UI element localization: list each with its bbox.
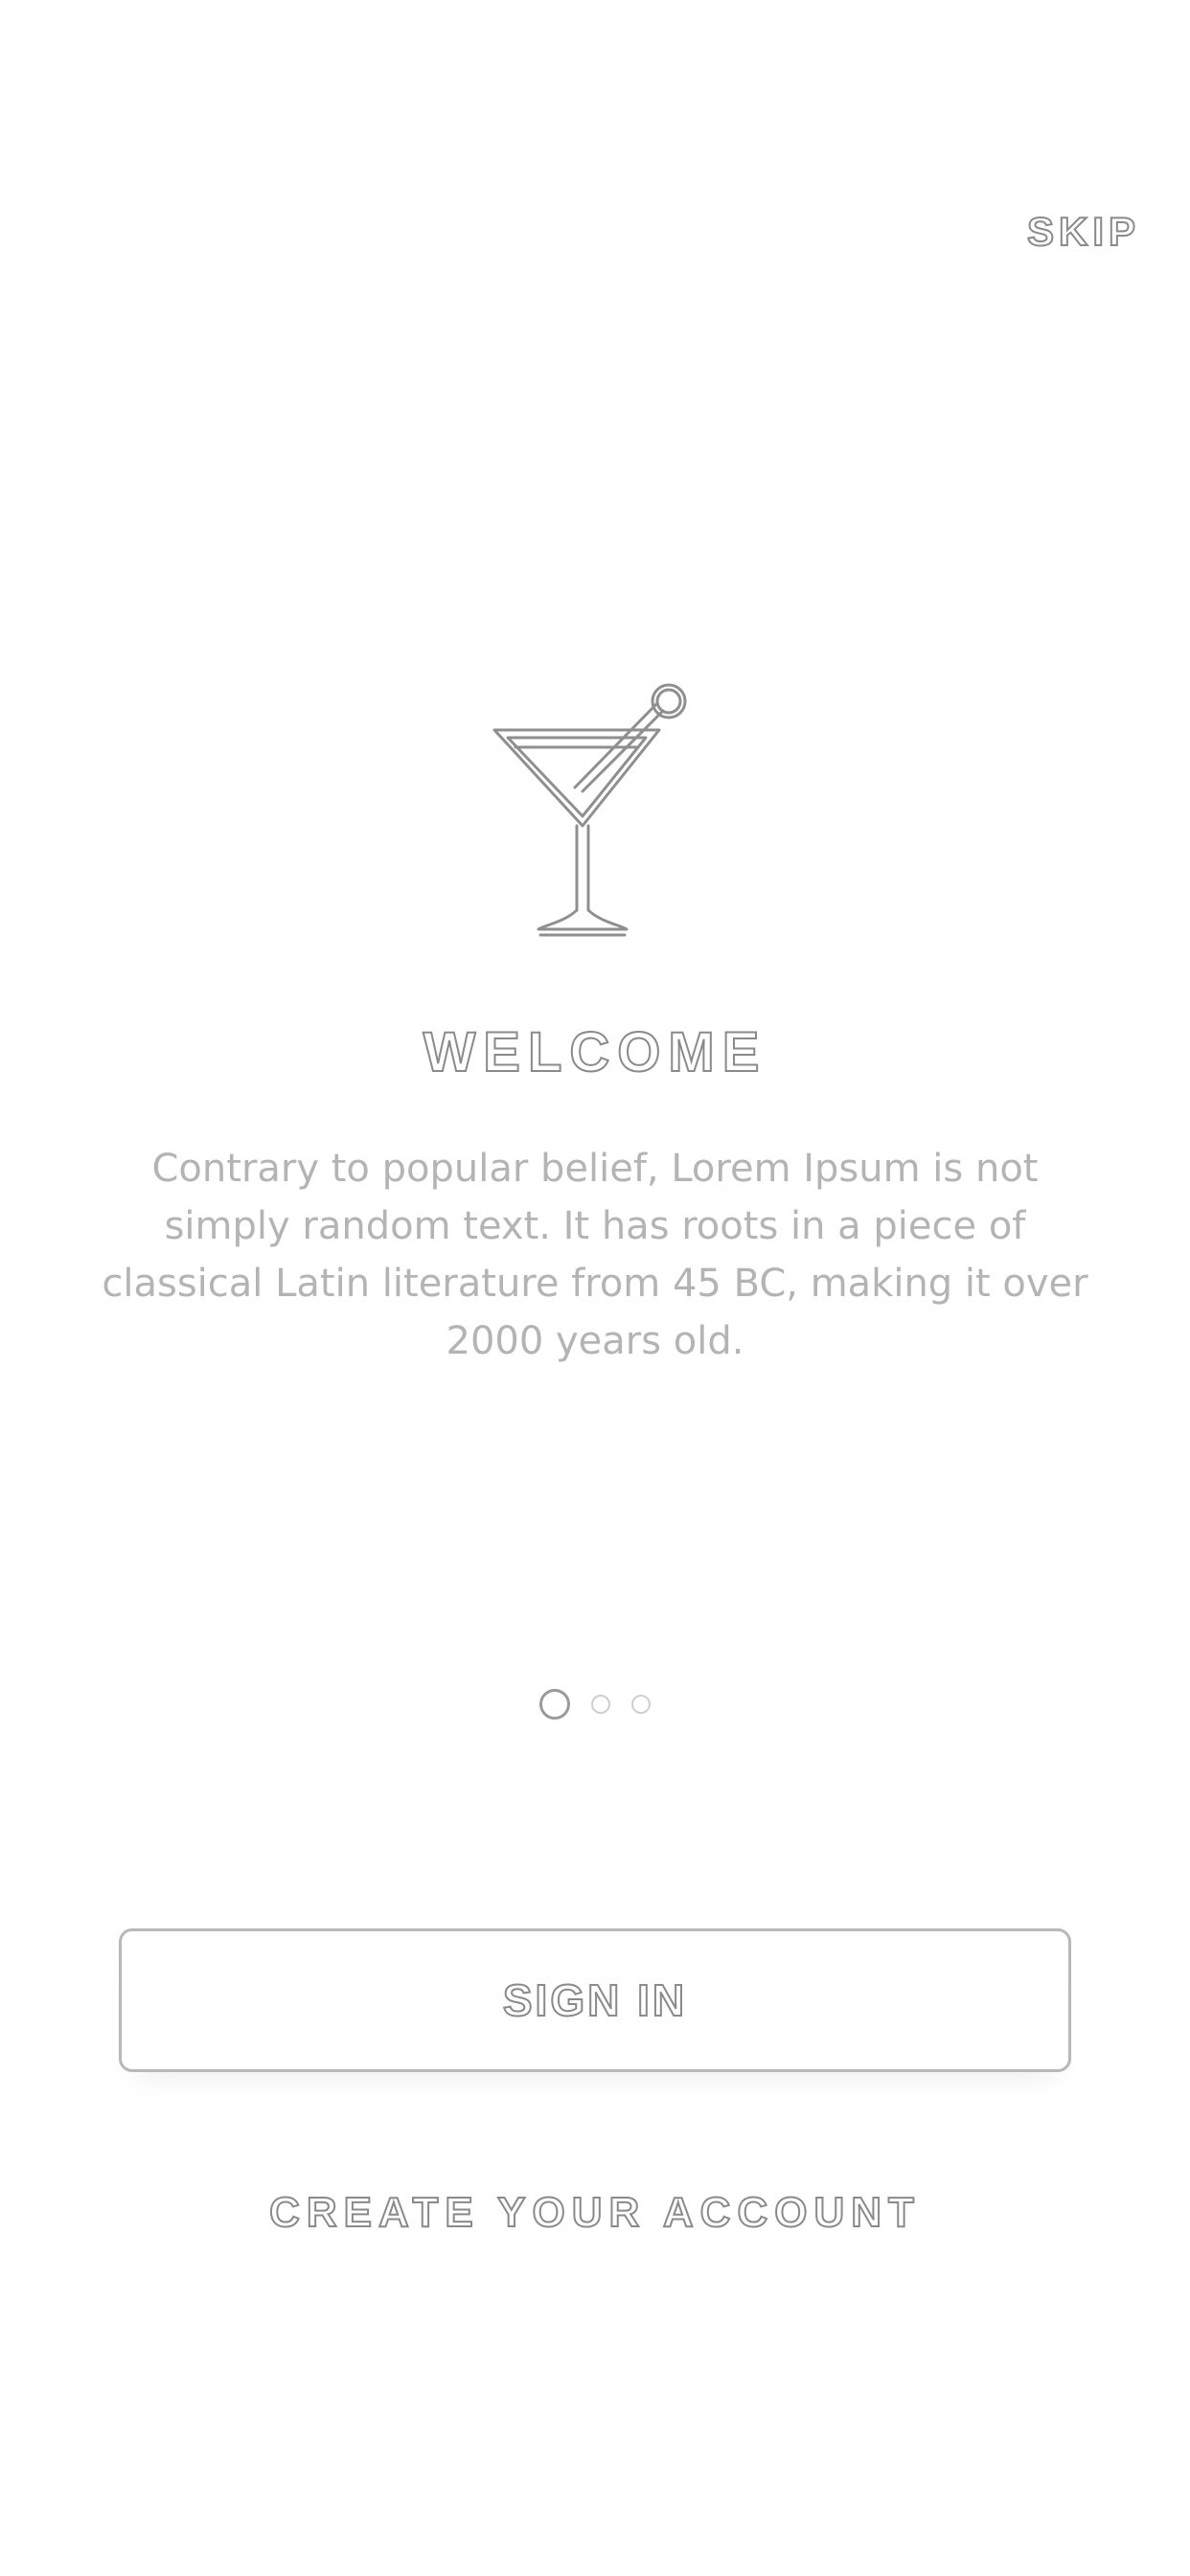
welcome-description: Contrary to popular belief, Lorem Ipsum …	[102, 1147, 1088, 1363]
page-dot-3[interactable]	[631, 1695, 651, 1714]
sign-in-button[interactable]: SIGN IN	[119, 1928, 1071, 2072]
page-dot-2[interactable]	[591, 1695, 610, 1714]
page-dot-1[interactable]	[539, 1689, 570, 1720]
page-indicator	[0, 1689, 1190, 1720]
sign-in-label: SIGN IN	[502, 1974, 688, 2026]
create-account-link[interactable]: CREATE YOUR ACCOUNT	[0, 2188, 1190, 2237]
cocktail-glass-icon	[492, 683, 687, 937]
welcome-title: WELCOME	[423, 1020, 767, 1084]
skip-button[interactable]: SKIP	[1026, 208, 1140, 255]
